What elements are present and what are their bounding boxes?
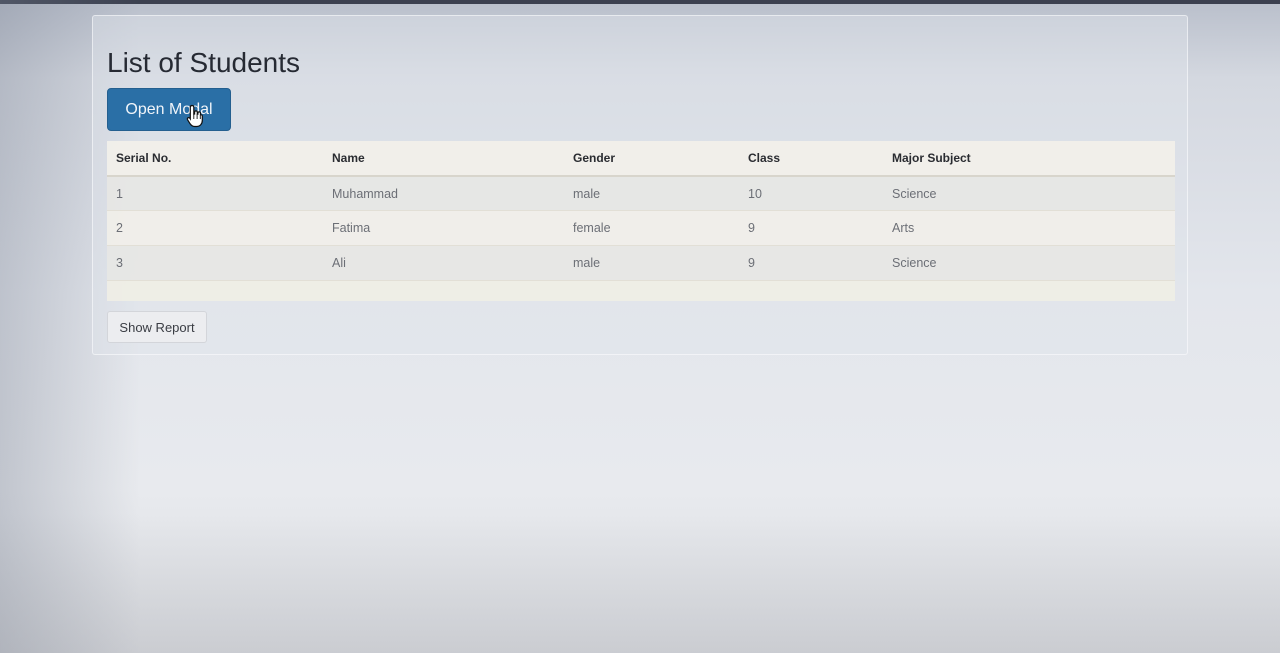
cell-serial: 1 xyxy=(107,175,323,211)
screen-top-edge xyxy=(0,0,1280,4)
table-row: 1 Muhammad male 10 Science xyxy=(107,175,1175,211)
cell-name: Fatima xyxy=(323,210,564,245)
cell-name: Ali xyxy=(323,244,564,280)
page-title: List of Students xyxy=(107,47,301,78)
column-header-gender: Gender xyxy=(564,141,739,177)
cell-major-subject: Science xyxy=(883,244,1175,280)
cell-serial: 2 xyxy=(107,210,323,245)
table-row: 3 Ali male 9 Science xyxy=(107,244,1175,280)
show-report-button[interactable]: Show Report xyxy=(107,311,207,343)
students-table-container: Serial No. Name Gender Class Major Subje… xyxy=(107,141,1175,301)
cell-gender: female xyxy=(564,210,739,245)
cell-serial: 3 xyxy=(107,244,323,280)
table-footer xyxy=(107,279,1175,301)
column-header-name: Name xyxy=(323,141,564,177)
cell-name: Muhammad xyxy=(323,175,564,211)
cell-major-subject: Arts xyxy=(883,210,1175,245)
column-header-class: Class xyxy=(739,141,883,177)
cell-major-subject: Science xyxy=(883,175,1175,211)
column-header-major-subject: Major Subject xyxy=(883,141,1175,177)
cell-class: 9 xyxy=(739,210,883,245)
table-row: 2 Fatima female 9 Arts xyxy=(107,210,1175,245)
column-header-serial: Serial No. xyxy=(107,141,323,177)
students-table: Serial No. Name Gender Class Major Subje… xyxy=(107,141,1175,280)
cell-class: 10 xyxy=(739,175,883,211)
cell-gender: male xyxy=(564,175,739,211)
cell-gender: male xyxy=(564,244,739,280)
table-header-row: Serial No. Name Gender Class Major Subje… xyxy=(107,141,1175,177)
cell-class: 9 xyxy=(739,244,883,280)
open-modal-button[interactable]: Open Modal xyxy=(107,88,231,131)
screen-shade-bottom xyxy=(0,513,1280,653)
